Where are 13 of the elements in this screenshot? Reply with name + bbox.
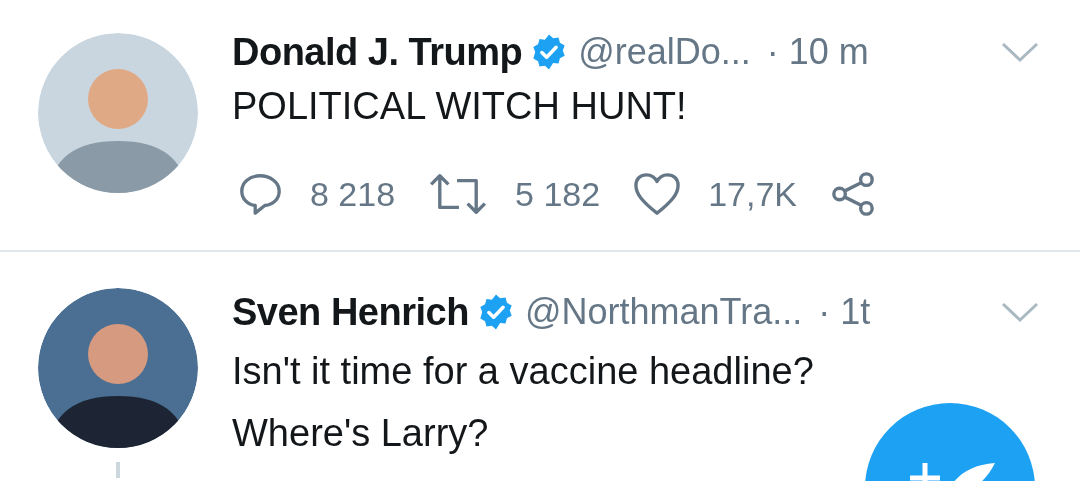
like-count: 17,7K (708, 174, 798, 214)
tweet-text: Isn't it time for a vaccine headline? Where's Larry? (232, 349, 815, 456)
user-name[interactable]: Sven Henrich (232, 290, 469, 334)
timestamp: · 10 m (766, 31, 869, 73)
avatar[interactable] (38, 288, 198, 448)
heart-icon[interactable] (632, 171, 683, 217)
retweet-count: 5 182 (515, 174, 601, 214)
user-name[interactable]: Donald J. Trump (232, 30, 523, 74)
timestamp: · 1t (818, 291, 871, 333)
tweet-text: POLITICAL WITCH HUNT! (232, 84, 688, 129)
user-handle[interactable]: @NorthmanTra... (524, 291, 803, 333)
reply-count: 8 218 (310, 174, 396, 214)
user-handle[interactable]: @realDo... (578, 31, 751, 73)
